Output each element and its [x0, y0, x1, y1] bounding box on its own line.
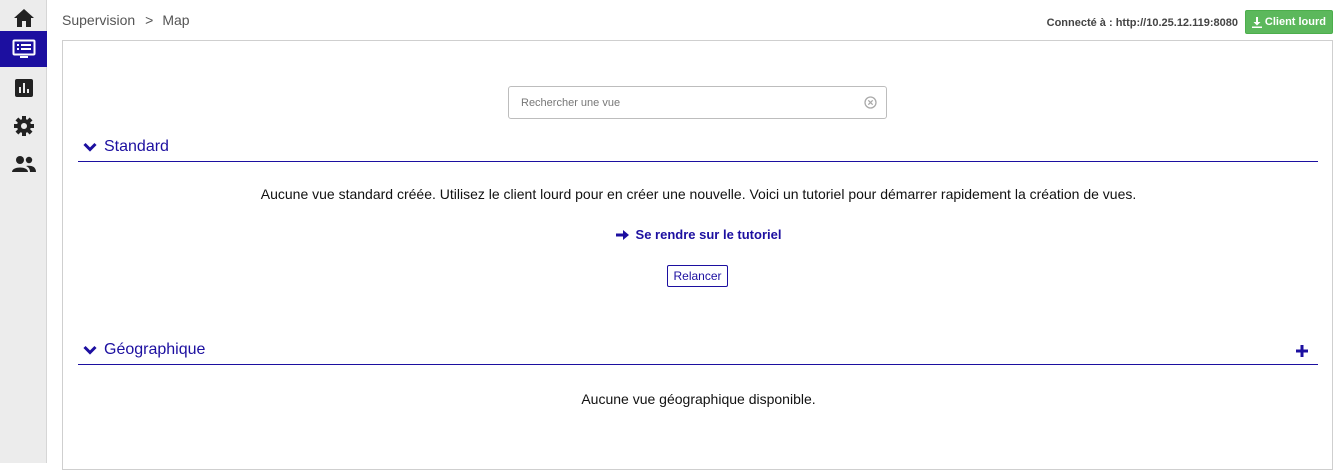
standard-empty-message: Aucune vue standard créée. Utilisez le c…	[260, 186, 1137, 202]
breadcrumb-item-supervision[interactable]: Supervision	[62, 12, 135, 28]
connection-status: Connecté à : http://10.25.12.119:8080	[1046, 17, 1238, 29]
breadcrumb-separator: >	[145, 12, 154, 28]
geographic-empty-message: Aucune vue géographique disponible.	[581, 391, 816, 407]
plus-icon[interactable]	[1296, 345, 1308, 357]
section-geographic-title[interactable]: Géographique	[104, 341, 205, 359]
bar-chart-icon	[14, 79, 33, 97]
client-lourd-label: Client lourd	[1264, 16, 1326, 28]
gear-icon	[13, 116, 34, 136]
home-icon	[13, 9, 34, 27]
clear-search-icon[interactable]	[864, 96, 877, 109]
client-lourd-button[interactable]: Client lourd	[1244, 10, 1333, 34]
sidebar	[0, 0, 47, 463]
search-input[interactable]	[509, 87, 854, 118]
tutorial-link-row: Se rendre sur le tutoriel	[63, 227, 1334, 244]
breadcrumb: Supervision > Map	[62, 12, 190, 28]
tutorial-link[interactable]: Se rendre sur le tutoriel	[615, 227, 782, 242]
main-panel: Standard Aucune vue standard créée. Util…	[62, 40, 1333, 470]
arrow-right-icon	[615, 229, 629, 240]
download-icon	[1251, 16, 1262, 28]
chevron-down-icon[interactable]	[83, 141, 97, 153]
chevron-down-icon[interactable]	[83, 344, 97, 356]
users-icon	[11, 156, 36, 172]
search-box	[508, 86, 887, 119]
sidebar-item-reports[interactable]	[0, 70, 47, 106]
sidebar-item-users[interactable]	[0, 146, 47, 182]
section-geographic-header: Géographique	[78, 341, 1318, 365]
section-standard-title[interactable]: Standard	[104, 138, 169, 156]
sidebar-item-settings[interactable]	[0, 108, 47, 144]
section-standard-header: Standard	[78, 138, 1318, 162]
relancer-button[interactable]: Relancer	[667, 265, 728, 287]
top-bar: Supervision > Map Connecté à : http://10.2…	[47, 0, 1343, 40]
monitor-list-icon	[12, 39, 35, 58]
breadcrumb-item-map: Map	[162, 12, 190, 28]
sidebar-item-supervision[interactable]	[0, 31, 47, 67]
tutorial-link-label: Se rendre sur le tutoriel	[635, 227, 782, 242]
